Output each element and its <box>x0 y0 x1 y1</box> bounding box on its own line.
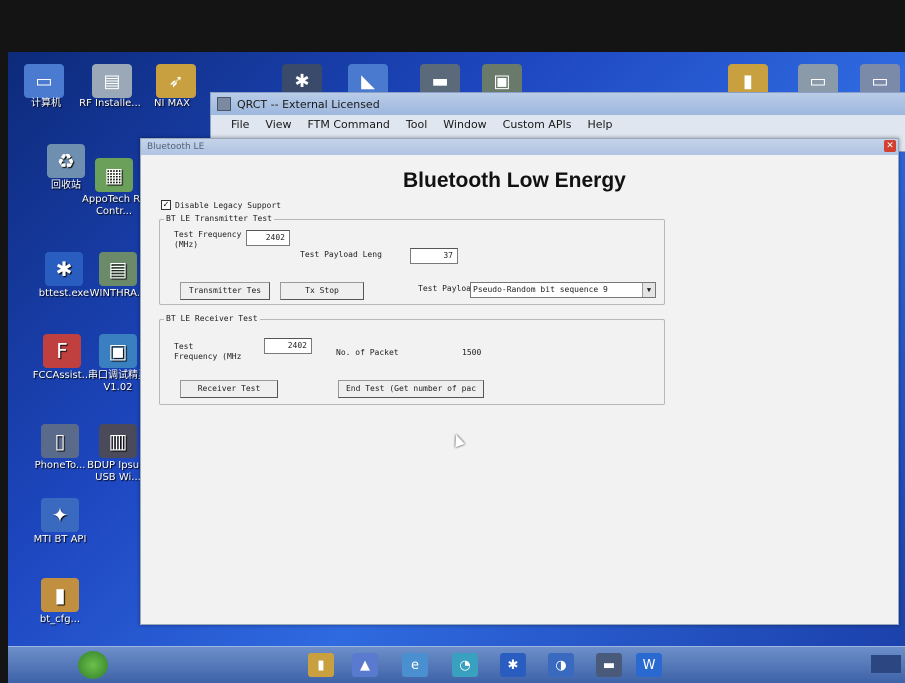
desktop-screen: ▭ ▤ ➶ ✱ ◣ ▬ ▣ ▮ ▭ ▭ 计算机 RF Installe... N… <box>8 52 905 683</box>
menu-custom-apis[interactable]: Custom APIs <box>503 118 572 131</box>
usb-wifi-icon: ▥ <box>99 424 137 458</box>
tx-stop-button[interactable]: Tx Stop <box>280 282 364 300</box>
tx-group-label: BT LE Transmitter Test <box>164 214 274 223</box>
menu-help[interactable]: Help <box>587 118 612 131</box>
taskbar: ▮ ▲ e ◔ ✱ ◑ ▬ W <box>8 646 905 683</box>
installer-icon[interactable]: ▤ <box>92 64 132 98</box>
page-title: Bluetooth Low Energy <box>403 169 626 192</box>
fcc-assist-icon: F <box>43 334 81 368</box>
desktop-icon-label: 串口调试精灵 V1.02 <box>88 370 148 393</box>
packet-count-label: No. of Packet <box>336 348 399 357</box>
desktop-icon-label: PhoneTo... <box>34 460 86 471</box>
test-payload-label: Test Payloa <box>418 284 471 293</box>
mouse-cursor-icon <box>451 432 465 448</box>
rx-frequency-label: Test <box>174 342 194 351</box>
desktop-icon-bt-cfg[interactable]: ▮ bt_cfg... <box>24 578 96 626</box>
end-test-button[interactable]: End Test (Get number of pac <box>338 380 484 398</box>
system-tray[interactable] <box>871 655 901 673</box>
qrct-title: QRCT -- External Licensed <box>237 97 380 111</box>
start-button[interactable] <box>78 651 108 679</box>
desktop-icon-label: 回收站 <box>51 180 81 191</box>
qrct-menu-bar: File View FTM Command Tool Window Custom… <box>211 115 905 133</box>
desktop-icon-label: bt_cfg... <box>39 614 81 625</box>
rx-frequency-unit: Frequency (MHz <box>174 352 242 361</box>
taskbar-media-icon[interactable]: ◔ <box>452 653 478 677</box>
tx-test-group: BT LE Transmitter Test Test Frequency (M… <box>159 214 665 305</box>
bluetooth-le-window: Bluetooth LE ✕ Bluetooth Low Energy ✓ Di… <box>140 138 899 625</box>
desktop-icon-bt-api[interactable]: ✦ MTI BT API <box>24 498 96 546</box>
winthra-icon: ▤ <box>99 252 137 286</box>
transmitter-test-button[interactable]: Transmitter Tes <box>180 282 270 300</box>
bt-api-icon: ✦ <box>41 498 79 532</box>
bt-cfg-icon: ▮ <box>41 578 79 612</box>
test-payload-select[interactable]: Pseudo-Random bit sequence 9 ▼ <box>470 282 656 298</box>
menu-file[interactable]: File <box>231 118 249 131</box>
menu-ftm-command[interactable]: FTM Command <box>308 118 390 131</box>
taskbar-ie-icon[interactable]: e <box>402 653 428 677</box>
taskbar-terminal-icon[interactable]: ▬ <box>596 653 622 677</box>
desktop-icon-label: WINTHRA... <box>89 288 147 299</box>
qrct-title-bar[interactable]: QRCT -- External Licensed <box>211 93 905 115</box>
packet-count-value: 1500 <box>462 348 482 357</box>
desktop-icon-ni-max[interactable]: NI MAX <box>136 98 208 110</box>
desktop-icon-label: AppoTech RF Contr... <box>82 194 146 217</box>
test-payload-value: Pseudo-Random bit sequence 9 <box>473 285 608 294</box>
bluetooth-icon: ✱ <box>45 252 83 286</box>
rx-test-group: BT LE Receiver Test Test Frequency (MHz … <box>159 314 665 405</box>
desktop-icon-label: MTI BT API <box>33 534 87 545</box>
taskbar-word-icon[interactable]: W <box>636 653 662 677</box>
qrct-app-icon <box>217 97 231 111</box>
taskbar-tool-icon[interactable]: ◑ <box>548 653 574 677</box>
tx-frequency-label: Test Frequency <box>174 230 242 239</box>
menu-window[interactable]: Window <box>443 118 486 131</box>
menu-tool[interactable]: Tool <box>406 118 427 131</box>
ble-title-bar[interactable]: Bluetooth LE ✕ <box>141 139 898 155</box>
appotech-icon: ▦ <box>95 158 133 192</box>
tx-frequency-unit: (MHz) <box>174 240 199 249</box>
tx-frequency-input[interactable]: 2402 <box>246 230 290 246</box>
rx-frequency-input[interactable]: 2402 <box>264 338 312 354</box>
ble-window-title: Bluetooth LE <box>147 142 205 152</box>
desktop-icon-label: NI MAX <box>154 98 190 109</box>
taskbar-folder-icon[interactable]: ▮ <box>308 653 334 677</box>
checkbox-check-icon[interactable]: ✓ <box>161 200 171 210</box>
computer-icon[interactable]: ▭ <box>24 64 64 98</box>
phone-tool-icon: ▯ <box>41 424 79 458</box>
rx-group-label: BT LE Receiver Test <box>164 314 260 323</box>
taskbar-app-icon[interactable]: ▲ <box>352 653 378 677</box>
serial-debug-icon: ▣ <box>99 334 137 368</box>
menu-view[interactable]: View <box>265 118 291 131</box>
disable-legacy-label: Disable Legacy Support <box>175 200 281 210</box>
close-icon[interactable]: ✕ <box>884 140 896 152</box>
chevron-down-icon[interactable]: ▼ <box>642 283 655 297</box>
taskbar-bluetooth-icon[interactable]: ✱ <box>500 653 526 677</box>
payload-length-input[interactable]: 37 <box>410 248 458 264</box>
desktop-icon-computer[interactable]: 计算机 <box>10 98 82 110</box>
receiver-test-button[interactable]: Receiver Test <box>180 380 278 398</box>
desktop-icon-label: 计算机 <box>31 98 61 109</box>
payload-length-label: Test Payload Leng <box>300 250 382 259</box>
disable-legacy-checkbox[interactable]: ✓ Disable Legacy Support <box>161 200 281 210</box>
ni-max-icon[interactable]: ➶ <box>156 64 196 98</box>
desktop-icon-label: RF Installe... <box>79 98 141 109</box>
